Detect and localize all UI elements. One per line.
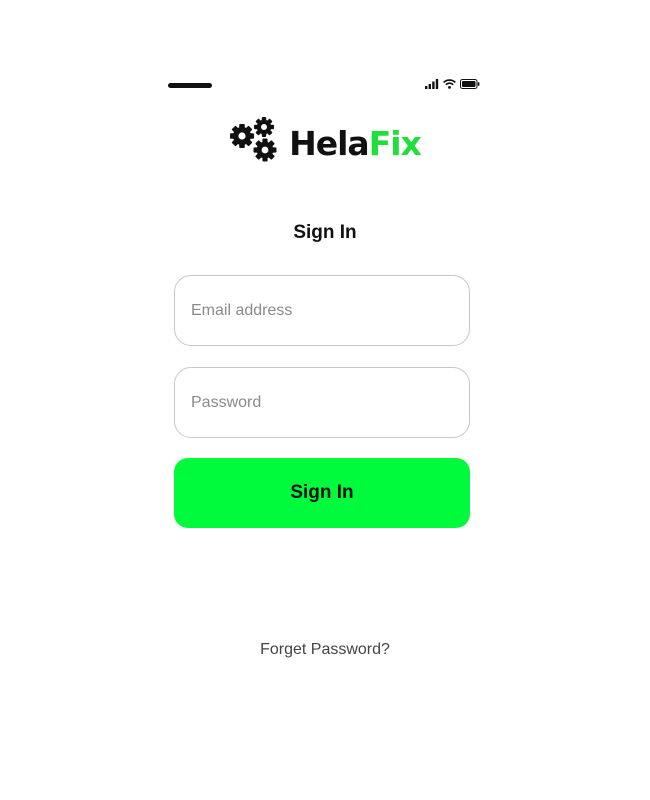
sign-in-title: Sign In [293, 222, 357, 243]
password-input[interactable] [191, 393, 469, 412]
password-field[interactable] [174, 367, 470, 438]
forgot-password-link[interactable]: Forget Password? [160, 641, 490, 659]
email-field[interactable] [174, 275, 470, 346]
logo-text-hela: Hela [289, 123, 370, 163]
sign-in-button[interactable]: Sign In [174, 458, 470, 528]
gears-icon [229, 116, 281, 171]
signal-icon [425, 79, 439, 89]
battery-icon [460, 79, 480, 89]
status-icons [425, 78, 480, 90]
status-bar [160, 60, 490, 104]
logo-wordmark: HelaFix [289, 123, 422, 163]
helafix-logo: HelaFix [160, 116, 490, 171]
phone-screen: HelaFix Sign In Sign In Forget Password? [160, 60, 490, 740]
notch-pill [168, 83, 212, 88]
logo-text-fix: Fix [368, 123, 422, 163]
email-input[interactable] [191, 301, 469, 320]
wifi-icon [443, 79, 456, 89]
